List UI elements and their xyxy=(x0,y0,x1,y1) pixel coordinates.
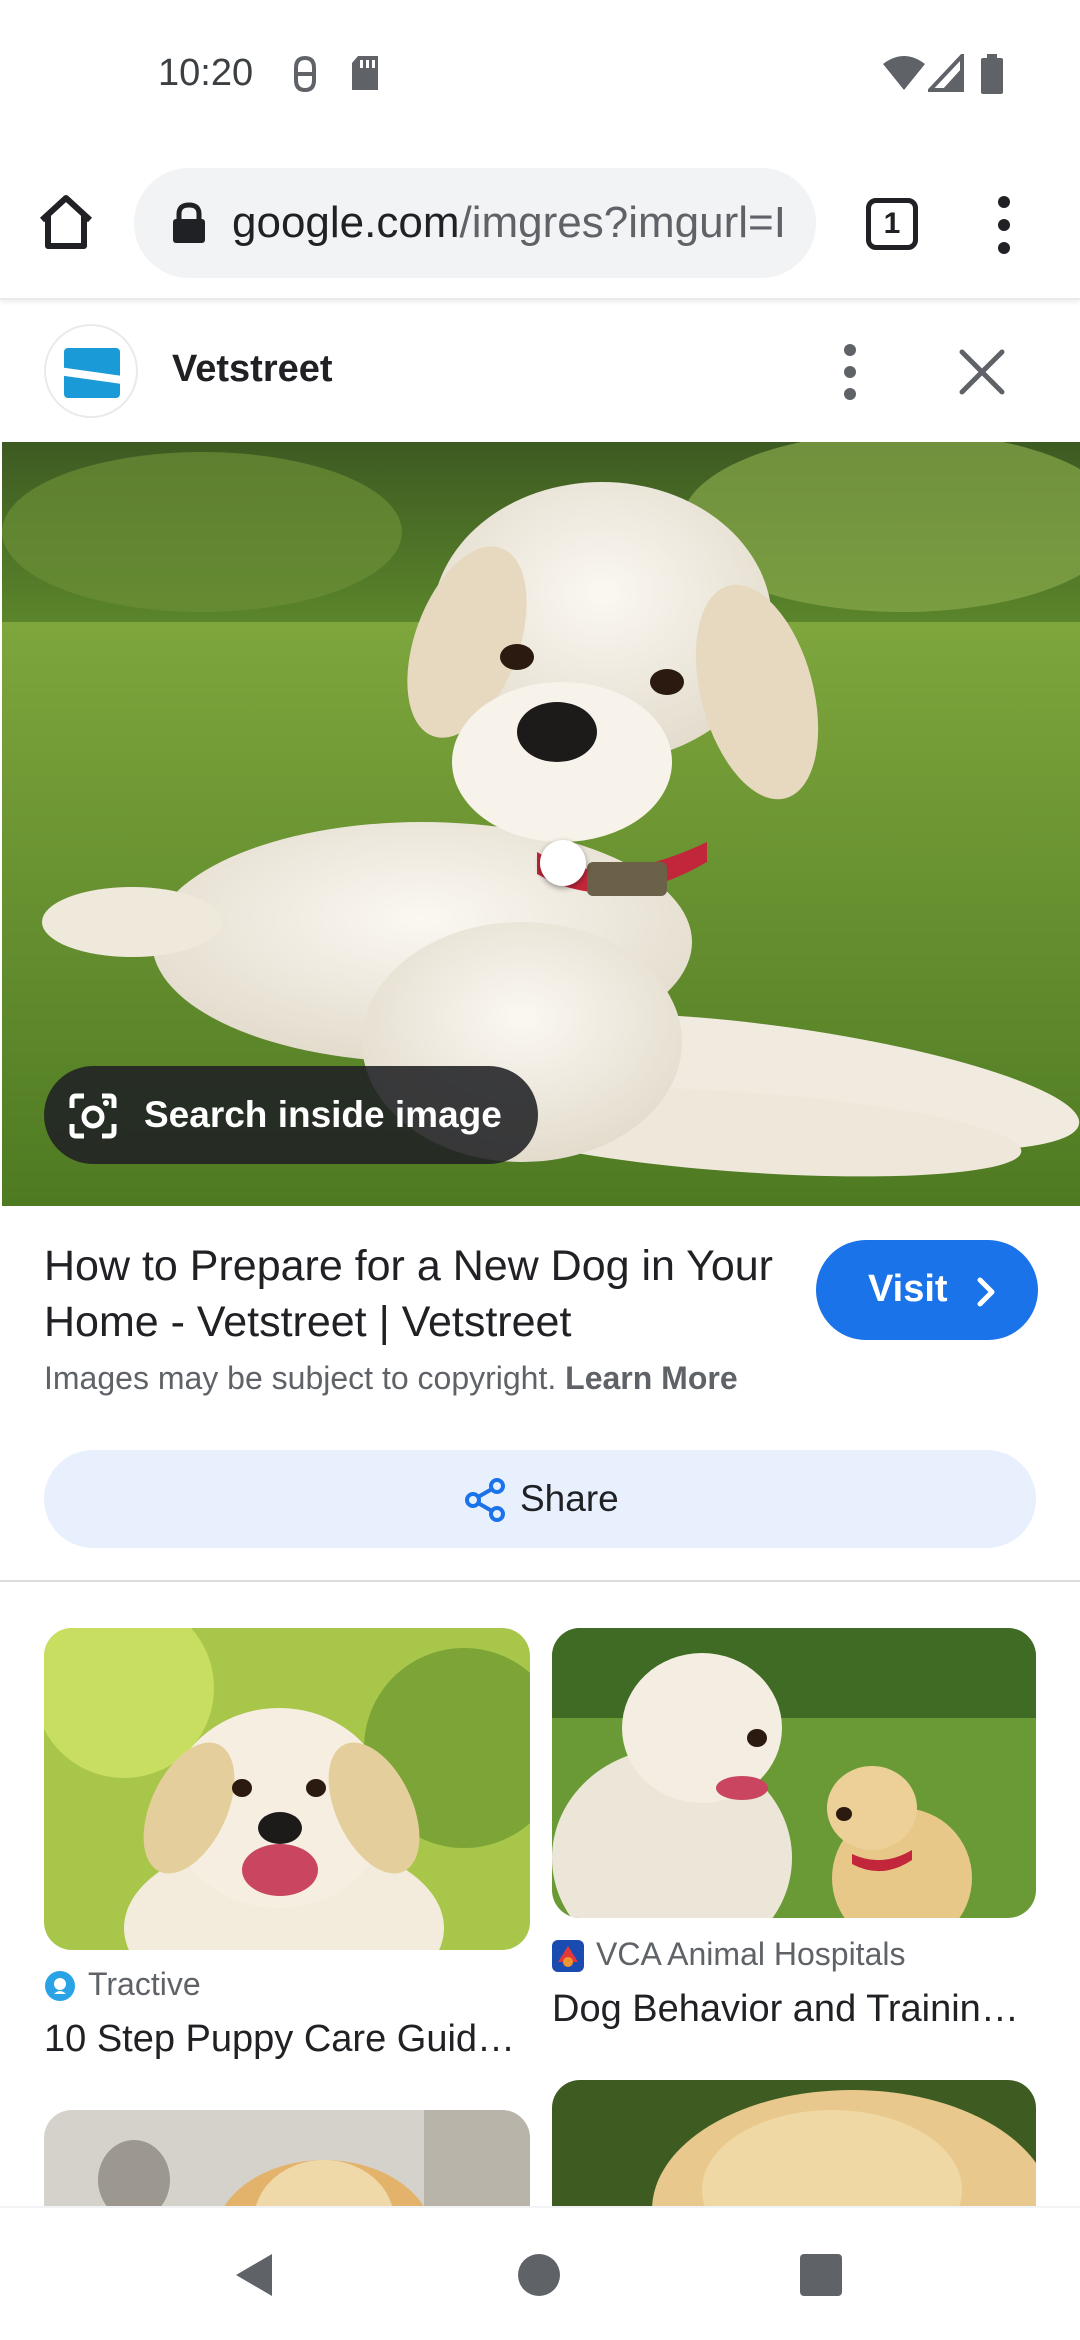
tab-switcher-button[interactable]: 1 xyxy=(866,198,918,250)
related-image-1[interactable] xyxy=(44,1628,530,1950)
google-lens-icon xyxy=(69,1093,117,1139)
status-bar: 10:20 xyxy=(0,0,1080,150)
battery-icon xyxy=(981,54,1003,94)
related-title-1[interactable]: 10 Step Puppy Care Guid… xyxy=(44,2018,515,2061)
visit-label: Visit xyxy=(868,1268,948,1310)
browser-toolbar: google.com/imgres?imgurl=I 1 xyxy=(0,150,1080,300)
source-site-name: Vetstreet xyxy=(172,348,333,390)
learn-more-link[interactable]: Learn More xyxy=(565,1360,737,1396)
wifi-icon xyxy=(883,56,925,90)
search-inside-image-label: Search inside image xyxy=(144,1094,502,1135)
visit-button[interactable]: Visit xyxy=(816,1240,1038,1340)
site-favicon xyxy=(44,324,138,418)
close-icon[interactable] xyxy=(956,346,1008,398)
share-button[interactable]: Share xyxy=(44,1450,1036,1548)
share-icon xyxy=(465,1478,505,1522)
address-bar[interactable]: google.com/imgres?imgurl=I xyxy=(134,168,816,278)
related-title-2[interactable]: Dog Behavior and Trainin… xyxy=(552,1988,1019,2031)
system-navigation-bar xyxy=(0,2206,1080,2340)
section-divider xyxy=(0,1580,1080,1582)
lens-focus-dot[interactable] xyxy=(540,840,586,886)
sd-card-icon xyxy=(352,56,378,90)
status-time: 10:20 xyxy=(158,52,254,94)
vca-icon xyxy=(552,1940,584,1972)
related-source-1: Tractive xyxy=(88,1966,201,2002)
home-nav-icon[interactable] xyxy=(518,2254,560,2296)
related-image-2[interactable] xyxy=(552,1628,1036,1918)
dogs-thumbnail xyxy=(552,1628,1036,1918)
lock-icon xyxy=(173,202,205,243)
result-title[interactable]: How to Prepare for a New Dog in Your Hom… xyxy=(44,1238,784,1350)
puppy-thumbnail xyxy=(44,1628,530,1950)
vetstreet-logo-icon xyxy=(64,348,120,398)
source-header: Vetstreet xyxy=(0,302,1080,442)
tab-count: 1 xyxy=(883,207,901,240)
copyright-text: Images may be subject to copyright. xyxy=(44,1360,557,1396)
home-icon[interactable] xyxy=(34,190,98,254)
url-text: google.com/imgres?imgurl=I xyxy=(232,196,786,250)
cellular-signal-icon xyxy=(928,54,964,92)
chevron-right-icon xyxy=(977,1277,995,1307)
share-label: Share xyxy=(520,1478,619,1519)
debug-icon xyxy=(294,55,316,93)
url-domain: google.com xyxy=(232,198,460,247)
url-path: /imgres?imgurl=I xyxy=(459,198,786,247)
copyright-notice: Images may be subject to copyright. Lear… xyxy=(44,1360,738,1397)
more-options-icon[interactable] xyxy=(830,334,870,410)
recents-icon[interactable] xyxy=(800,2254,842,2296)
related-source-2: VCA Animal Hospitals xyxy=(596,1936,906,1972)
tractive-icon xyxy=(45,1971,75,2001)
more-vert-icon[interactable] xyxy=(984,190,1024,260)
back-icon[interactable] xyxy=(232,2252,276,2298)
search-inside-image-button[interactable]: Search inside image xyxy=(44,1066,538,1164)
